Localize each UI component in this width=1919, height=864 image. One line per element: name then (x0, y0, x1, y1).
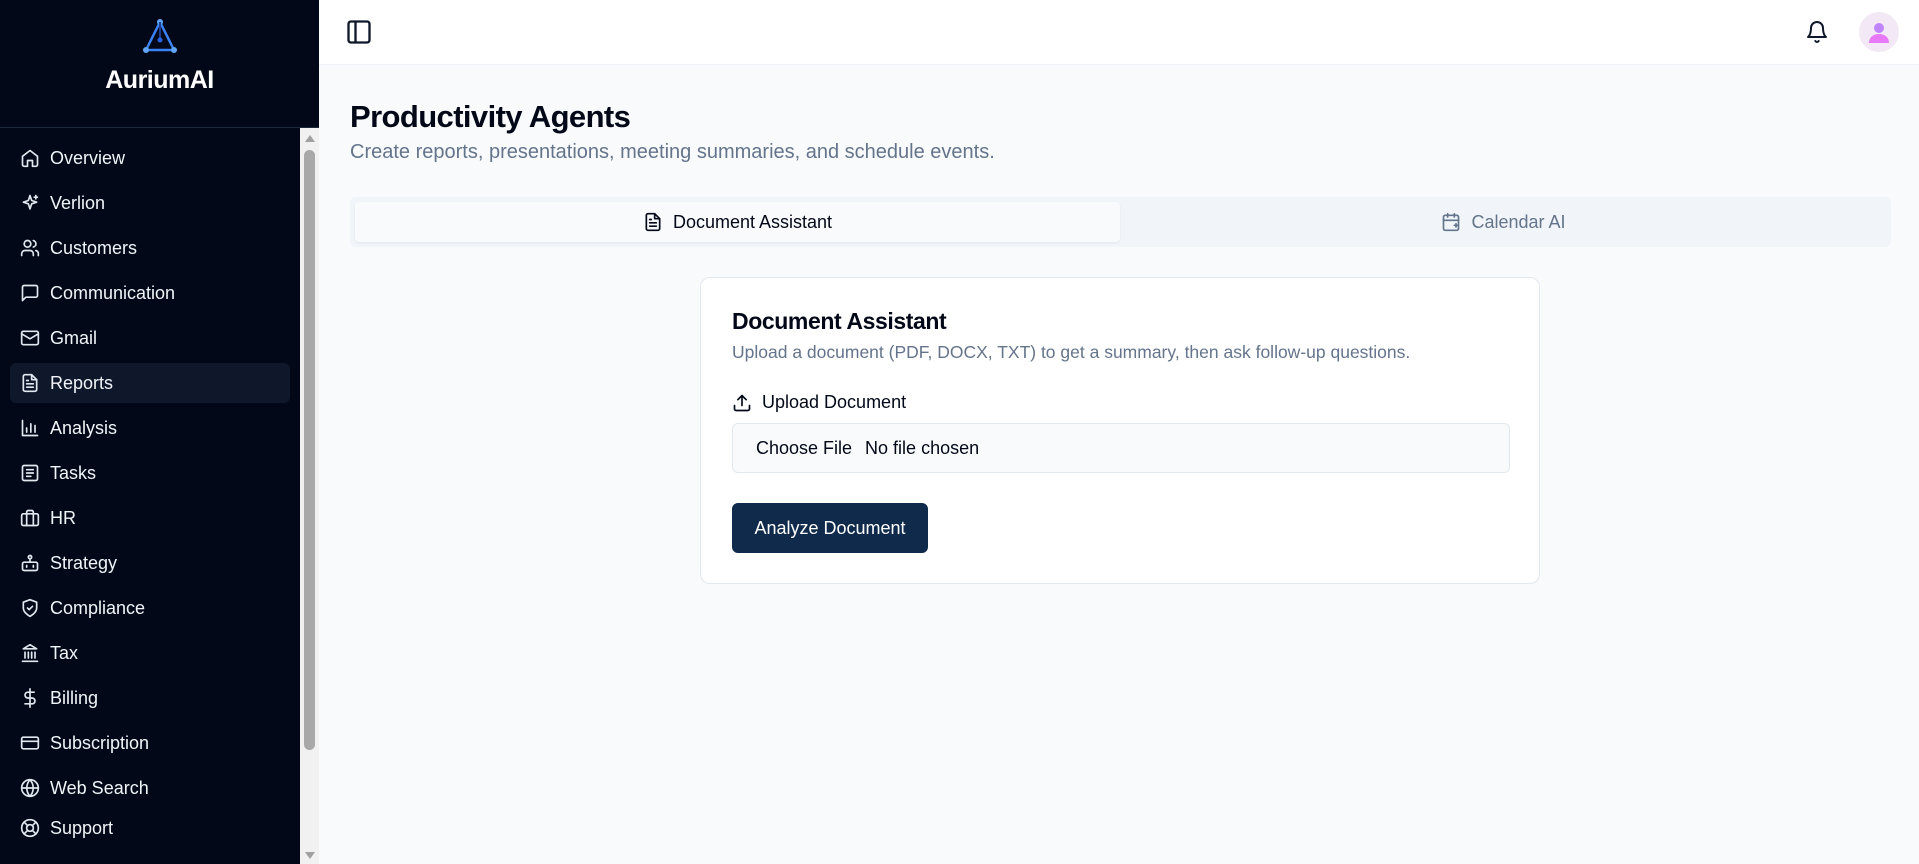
sidebar-item-gmail[interactable]: Gmail (10, 318, 290, 358)
sidebar-item-label: HR (50, 507, 76, 528)
list-icon (21, 464, 39, 482)
home-icon (21, 149, 39, 168)
scroll-down-arrow[interactable] (305, 852, 315, 859)
sidebar-item-overview[interactable]: Overview (10, 138, 290, 178)
logo-icon (142, 19, 177, 53)
tab-document-assistant[interactable]: Document Assistant (355, 202, 1120, 242)
sidebar-item-analysis[interactable]: Analysis (10, 408, 290, 448)
sidebar-item-label: Tax (50, 642, 79, 663)
sidebar: AuriumAI Overview Verlion Customers Comm… (0, 0, 319, 864)
sidebar-item-label: Overview (50, 147, 126, 168)
briefcase-icon (20, 509, 40, 527)
card-description: Upload a document (PDF, DOCX, TXT) to ge… (732, 342, 1411, 362)
credit-card-icon (20, 736, 40, 750)
user-avatar-button[interactable] (1859, 12, 1899, 52)
sidebar-item-label: Web Search (50, 777, 149, 798)
brand[interactable]: AuriumAI (0, 0, 319, 128)
file-upload-input[interactable]: Choose File No file chosen (732, 423, 1510, 473)
users-icon (20, 239, 40, 257)
sidebar-item-hr[interactable]: HR (10, 498, 290, 538)
shield-check-icon (22, 598, 38, 618)
tab-label: Document Assistant (672, 211, 833, 232)
sidebar-item-label: Communication (50, 282, 176, 303)
dollar-icon (24, 688, 36, 708)
sidebar-item-label: Reports (50, 372, 114, 393)
sidebar-item-web-search[interactable]: Web Search (10, 768, 290, 808)
upload-icon (733, 394, 751, 411)
sidebar-item-compliance[interactable]: Compliance (10, 588, 290, 628)
sidebar-item-label: Compliance (50, 597, 146, 618)
sidebar-item-verlion[interactable]: Verlion (10, 183, 290, 223)
sidebar-item-label: Billing (50, 687, 99, 708)
sidebar-item-tasks[interactable]: Tasks (10, 453, 290, 493)
sidebar-item-label: Strategy (50, 552, 118, 573)
sidebar-item-reports[interactable]: Reports (10, 363, 290, 403)
calendar-plus-icon (1443, 212, 1460, 232)
sidebar-item-label: Gmail (50, 327, 98, 348)
file-status: No file chosen (865, 437, 980, 458)
sidebar-item-label: Verlion (50, 192, 106, 213)
file-text-icon (645, 212, 661, 232)
upload-document-label: Upload Document (732, 392, 906, 413)
page-title: Productivity Agents (350, 99, 631, 134)
panel-left-icon (347, 20, 371, 44)
sidebar-item-label: Analysis (50, 417, 118, 438)
top-bar (319, 0, 1919, 65)
card-title: Document Assistant (732, 308, 947, 334)
sidebar-item-subscription[interactable]: Subscription (10, 723, 290, 763)
choose-file-button[interactable]: Choose File (756, 438, 852, 459)
bar-chart-icon (21, 419, 39, 437)
analyze-document-button[interactable]: Analyze Document (732, 503, 928, 553)
scroll-thumb[interactable] (304, 150, 315, 750)
sidebar-nav: Overview Verlion Customers Communication… (0, 128, 300, 864)
bot-icon (21, 554, 39, 572)
brand-name: AuriumAI (105, 66, 214, 94)
sidebar-item-support[interactable]: Support (10, 808, 290, 848)
sidebar-toggle-button[interactable] (344, 17, 374, 47)
sidebar-item-tax[interactable]: Tax (10, 633, 290, 673)
upload-label-text: Upload Document (762, 392, 907, 412)
sidebar-item-label: Tasks (50, 462, 97, 483)
sidebar-scrollbar[interactable] (300, 128, 319, 864)
file-text-icon (22, 373, 38, 393)
sidebar-item-billing[interactable]: Billing (10, 678, 290, 718)
mail-icon (20, 330, 40, 346)
sidebar-item-communication[interactable]: Communication (10, 273, 290, 313)
sidebar-item-label: Support (50, 817, 114, 838)
message-square-icon (21, 284, 39, 302)
document-assistant-card: Document Assistant Upload a document (PD… (700, 277, 1540, 584)
sidebar-item-customers[interactable]: Customers (10, 228, 290, 268)
life-buoy-icon (20, 818, 40, 838)
tab-calendar-ai[interactable]: Calendar AI (1121, 202, 1886, 242)
sparkles-icon (22, 194, 39, 210)
sidebar-item-strategy[interactable]: Strategy (10, 543, 290, 583)
user-avatar-icon (1869, 23, 1889, 43)
landmark-icon (21, 643, 39, 663)
globe-icon (20, 778, 40, 798)
bell-icon (1807, 21, 1827, 43)
page-subtitle: Create reports, presentations, meeting s… (350, 141, 995, 163)
scroll-up-arrow[interactable] (305, 135, 315, 142)
sidebar-item-label: Customers (50, 237, 138, 258)
notifications-button[interactable] (1805, 20, 1829, 44)
tab-label: Calendar AI (1471, 211, 1566, 232)
sidebar-item-label: Subscription (50, 732, 150, 753)
agent-tabs: Document Assistant Calendar AI (350, 197, 1891, 247)
